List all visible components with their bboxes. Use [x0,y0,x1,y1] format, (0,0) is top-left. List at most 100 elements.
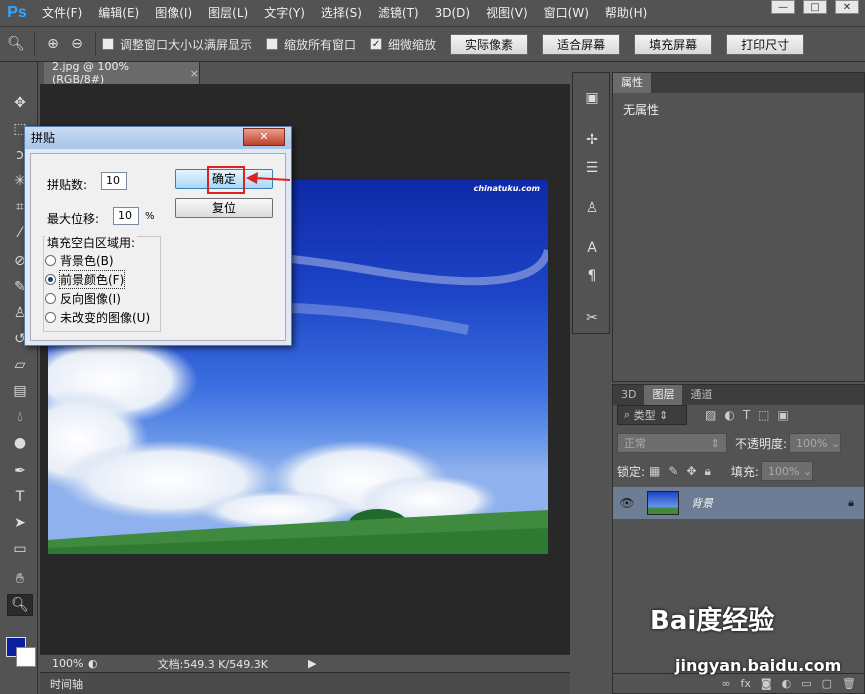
zoom-tool-icon[interactable]: 🔍︎ [7,594,33,616]
properties-panel: 属性 无属性 [612,72,865,382]
lock-position-icon[interactable]: ✥ [686,464,696,478]
new-group-icon[interactable]: ▭ [801,677,811,690]
zoom-level[interactable]: 100% [40,657,88,670]
reset-button[interactable]: 复位 [175,198,273,218]
filter-adjustment-icon[interactable]: ◐ [724,408,734,422]
opacity-value: 100% [796,436,828,450]
brush-presets-icon[interactable]: ✢ [581,129,603,151]
tab-layers[interactable]: 图层 [644,385,683,405]
menu-file[interactable]: 文件(F) [34,0,90,26]
menu-select[interactable]: 选择(S) [313,0,370,26]
status-menu-arrow-icon[interactable]: ▶ [308,657,316,670]
character-panel-icon[interactable]: A [581,237,603,259]
blur-tool-icon[interactable]: 💧︎ [7,406,33,428]
filter-type-icon[interactable]: T [743,408,750,422]
tile-count-input[interactable]: 10 [101,172,127,190]
zoom-in-icon[interactable]: ⊕ [41,32,65,56]
timeline-panel-tab[interactable]: 时间轴 [40,672,570,694]
tab-3d[interactable]: 3D [613,385,645,405]
close-tab-icon[interactable]: × [190,67,199,80]
menu-help[interactable]: 帮助(H) [597,0,655,26]
menu-3d[interactable]: 3D(D) [427,0,478,26]
checkbox-box[interactable] [266,38,279,50]
menu-layer[interactable]: 图层(L) [200,0,256,26]
resize-windows-checkbox[interactable]: 调整窗口大小以满屏显示 [102,36,252,53]
menu-type[interactable]: 文字(Y) [256,0,313,26]
actual-pixels-button[interactable]: 实际像素 [450,33,529,55]
checkbox-box[interactable]: ✓ [370,38,383,50]
minimize-button[interactable]: — [771,0,795,14]
delete-layer-icon[interactable]: 🗑︎ [842,677,856,690]
menu-view[interactable]: 视图(V) [478,0,536,26]
new-adjustment-icon[interactable]: ◐ [782,677,792,690]
blend-mode-select[interactable]: 正常 ⇕ [617,433,727,453]
zoom-out-icon[interactable]: ⊖ [65,32,89,56]
lock-image-icon[interactable]: ✎ [668,464,678,478]
print-size-button[interactable]: 打印尺寸 [726,33,805,55]
filter-shape-icon[interactable]: ⬚ [758,408,769,422]
radio-button[interactable] [45,293,56,304]
history-panel-icon[interactable]: ▣ [581,87,603,109]
new-layer-icon[interactable]: ▢ [822,677,832,690]
radio-button[interactable] [45,255,56,266]
scrubby-zoom-checkbox[interactable]: ✓ 细微缩放 [370,36,436,53]
layer-row-background[interactable]: 👁︎ 背景 🔒︎ [613,487,864,519]
photo-watermark: chinatuku.com [473,184,540,193]
type-tool-icon[interactable]: T [7,486,33,508]
timeline-label: 时间轴 [50,677,83,691]
tab-channels[interactable]: 通道 [682,385,721,405]
menu-window[interactable]: 窗口(W) [536,0,597,26]
maximize-button[interactable]: □ [803,0,827,14]
radio-unaltered-image[interactable]: 未改变的图像(U) [45,309,150,326]
dialog-close-button[interactable]: ✕ [243,128,285,146]
hand-tool-icon[interactable]: ✋︎ [7,568,33,590]
menu-edit[interactable]: 编辑(E) [90,0,147,26]
lock-transparent-icon[interactable]: ▦ [649,464,660,478]
tab-properties[interactable]: 属性 [613,73,651,93]
menu-image[interactable]: 图像(I) [147,0,200,26]
dialog-title-bar[interactable]: 拼贴 ✕ [25,127,291,149]
fill-field[interactable]: 100% ⌄ [760,461,813,481]
eye-icon[interactable]: 👁︎ [613,496,641,510]
layer-style-icon[interactable]: fx [741,677,751,690]
tool-presets-icon[interactable]: ✂ [581,307,603,329]
menu-filter[interactable]: 滤镜(T) [370,0,427,26]
status-icon[interactable]: ◐ [88,657,98,670]
checkbox-box[interactable] [102,38,114,50]
fit-screen-button[interactable]: 适合屏幕 [542,33,621,55]
layer-filter-select[interactable]: ⌕ 类型 ⇕ [617,405,687,425]
lock-all-icon[interactable]: 🔒︎ [705,464,711,479]
fill-screen-button[interactable]: 填充屏幕 [634,33,713,55]
max-offset-input[interactable]: 10 [113,207,139,225]
properties-content: 无属性 [623,103,660,117]
gradient-tool-icon[interactable]: ▤ [7,380,33,402]
search-icon: ⌕ [624,408,631,421]
rectangle-tool-icon[interactable]: ▭ [7,538,33,560]
checkbox-label: 细微缩放 [388,37,437,52]
path-selection-tool-icon[interactable]: ➤ [7,512,33,534]
zoom-tool-icon[interactable]: 🔍︎ [4,32,28,56]
dodge-tool-icon[interactable]: ● [7,432,33,454]
close-window-button[interactable]: ✕ [835,0,859,14]
radio-inverse-image[interactable]: 反向图像(I) [45,290,121,307]
document-tab[interactable]: 2.jpg @ 100%(RGB/8#) × [44,60,200,86]
clone-source-icon[interactable]: ♙ [581,197,603,219]
paragraph-panel-icon[interactable]: ¶ [581,265,603,287]
add-mask-icon[interactable]: ◙ [761,677,772,690]
radio-button[interactable] [45,312,56,323]
zoom-all-windows-checkbox[interactable]: 缩放所有窗口 [266,36,356,53]
radio-button[interactable] [45,274,56,285]
filter-smart-object-icon[interactable]: ▣ [778,408,789,422]
filter-pixel-icon[interactable]: ▨ [705,408,716,422]
eraser-tool-icon[interactable]: ▱ [7,354,33,376]
adjustments-icon[interactable]: ☰ [581,157,603,179]
background-color-swatch[interactable] [16,647,36,667]
move-tool-icon[interactable]: ✥ [7,92,33,114]
pen-tool-icon[interactable]: ✒ [7,460,33,482]
opacity-field[interactable]: 100% ⌄ [789,433,842,453]
radio-background-color[interactable]: 背景色(B) [45,252,114,269]
link-layers-icon[interactable]: ∞ [721,677,730,690]
radio-foreground-color[interactable]: 前景颜色(F) [45,270,126,289]
layer-name[interactable]: 背景 [691,495,713,511]
layers-panel: 3D 图层 通道 ⌕ 类型 ⇕ ▨ ◐ T ⬚ ▣ 正常 ⇕ 不透明度: 100%… [612,384,865,694]
